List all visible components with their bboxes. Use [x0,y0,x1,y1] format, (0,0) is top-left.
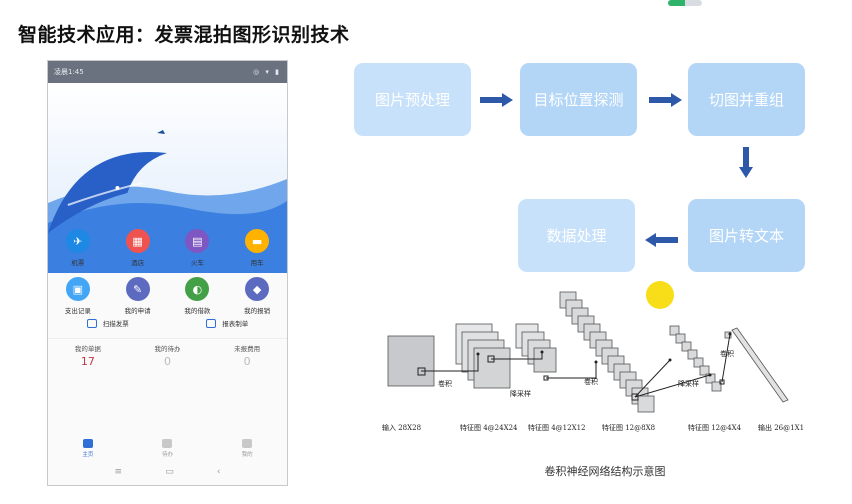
home-button-icon[interactable]: ▭ [165,467,174,477]
cnn-label-conv3: 卷积 [720,349,734,358]
tab-mine[interactable]: 我的 [242,439,253,458]
menu-icon[interactable]: ≡ [115,467,123,477]
flow-step-label: 数据处理 [546,227,607,245]
grid-item-train[interactable]: ▤ 火车 [168,229,228,267]
stat-label: 未报费用 [234,345,261,353]
hotel-icon: ▦ [125,229,150,253]
scan-invoice-label: 扫描发票 [102,320,129,328]
status-bar: 凌晨1:45 ◎ ▾ ▮ [48,61,287,83]
plane-icon: ✈ [65,229,90,253]
flow-step-preprocess: 图片预处理 [354,63,471,136]
cnn-bottom-f2: 特征图 4@12X12 [528,423,585,432]
stats-values: 17 0 0 [48,355,287,368]
grid-item-hotel[interactable]: ▦ 酒店 [108,229,168,267]
cnn-bottom-f4: 特征图 12@4X4 [688,423,742,432]
grid-label: 火车 [190,259,204,267]
car-icon: ▬ [245,229,270,253]
arrow-down-icon [739,147,753,178]
stats-header: 我的单据 我的待办 未报费用 [48,338,287,353]
cnn-bottom-f3: 特征图 12@8X8 [602,423,655,432]
edit-icon [206,318,217,328]
stat-value-todo[interactable]: 0 [128,355,208,368]
apply-icon: ✎ [125,277,150,301]
tab-todo[interactable]: 待办 [162,439,173,458]
record-icon: ▣ [65,277,90,301]
stat-label: 我的待办 [154,345,181,353]
tab-label: 我的 [241,452,253,458]
cnn-label-pool1: 降采样 [510,389,531,398]
tab-label: 主页 [82,452,94,458]
bottom-tabbar: 主页 待办 我的 [48,439,287,458]
reimburse-icon: ◆ [245,277,270,301]
cnn-label-conv1: 卷积 [438,379,452,388]
stat-value-documents[interactable]: 17 [48,355,128,368]
progress-indicator [668,0,702,6]
flow-step-label: 切图并重组 [708,91,784,109]
feature-grid: ✈ 机票 ▦ 酒店 ▤ 火车 ▬ 用车 ▣ 支出记录 ✎ 我的申请 ◐ 我的借款… [48,221,287,315]
loan-icon: ◐ [185,277,210,301]
cnn-caption: 卷积神经网络结构示意图 [544,465,666,478]
scan-icon [86,318,97,328]
stat-value-unclaimed[interactable]: 0 [207,355,287,368]
scan-invoice-button[interactable]: 扫描发票 [86,318,129,328]
grid-item-loan[interactable]: ◐ 我的借款 [168,277,228,315]
grid-item-reimburse[interactable]: ◆ 我的报销 [227,277,287,315]
create-report-button[interactable]: 报表制单 [206,318,248,328]
arrow-right-icon [480,93,513,107]
status-icons: ◎ ▾ ▮ [253,68,281,76]
grid-label: 机票 [71,259,85,267]
flow-step-label: 目标位置探测 [533,91,624,109]
system-navbar: ≡ ▭ ‹ [48,464,287,480]
cnn-bottom-f1: 特征图 4@24X24 [460,423,518,432]
user-icon [242,439,253,448]
status-time: 凌晨1:45 [54,68,84,76]
create-report-label: 报表制单 [222,320,249,328]
progress-fill [668,0,685,6]
cnn-diagram: 卷积 降采样 卷积 降采样 卷积 输入 28X28 特征图 4@24X24 特征… [382,291,804,432]
cnn-bottom-out: 输出 26@1X1 [758,423,804,432]
arrow-right-icon [649,93,682,107]
tab-home[interactable]: 主页 [82,439,93,458]
flow-step-label: 图片预处理 [374,91,450,109]
grid-item-car[interactable]: ▬ 用车 [227,229,287,267]
train-icon: ▤ [185,229,210,253]
grid-item-flight[interactable]: ✈ 机票 [48,229,108,267]
grid-item-records[interactable]: ▣ 支出记录 [48,277,108,315]
flow-step-crop: 切图并重组 [688,63,805,136]
grid-label: 用车 [250,259,264,267]
flow-step-ocr: 图片转文本 [688,199,805,272]
flow-step-detect: 目标位置探测 [520,63,637,136]
cnn-label-conv2: 卷积 [584,377,598,386]
grid-item-apply[interactable]: ✎ 我的申请 [108,277,168,315]
flow-step-label: 图片转文本 [708,227,784,245]
quick-actions: 扫描发票 报表制单 [48,314,287,332]
tab-label: 待办 [161,452,173,458]
cnn-label-pool2: 降采样 [678,379,699,388]
back-icon[interactable]: ‹ [217,467,221,477]
grid-label: 酒店 [131,259,145,267]
slide-title: 智能技术应用：发票混拍图形识别技术 [18,24,350,46]
flow-step-data: 数据处理 [518,199,635,272]
cnn-bottom-input: 输入 28X28 [382,423,421,432]
phone-screenshot: 凌晨1:45 ◎ ▾ ▮ ✈ 机票 ▦ 酒店 ▤ 火车 ▬ 用车 ▣ 支出记录 … [47,60,288,486]
stat-label: 我的单据 [74,345,101,353]
home-icon [82,439,93,448]
arrow-left-icon [645,233,678,247]
todo-icon [162,439,173,448]
